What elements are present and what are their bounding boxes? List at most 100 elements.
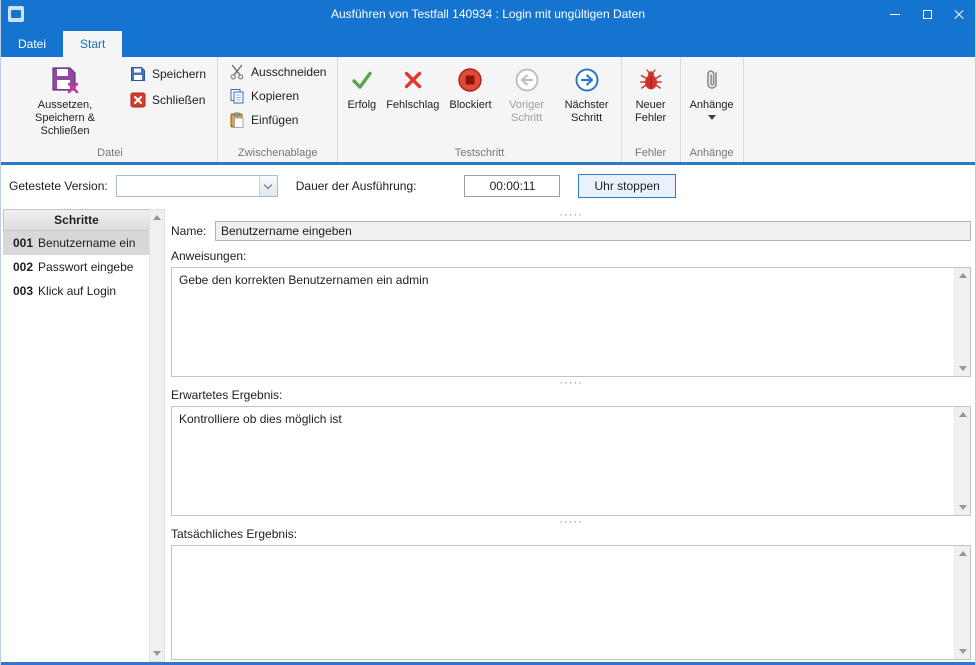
group-label-zwischenablage: Zwischenablage [218,146,337,162]
pass-button[interactable]: Erfolg [342,60,381,146]
previous-step-icon-wrap [514,63,540,97]
instructions-field[interactable]: Gebe den korrekten Benutzernamen ein adm… [171,267,971,377]
arrow-right-circle-icon [574,67,600,93]
duration-label: Dauer der Ausführung: [296,179,417,193]
scroll-down-icon[interactable] [153,651,161,656]
close-button[interactable] [943,0,975,28]
save-button[interactable]: Speichern [123,62,213,86]
step-number: 002 [13,260,33,274]
app-icon[interactable] [8,6,24,22]
attachments-label: Anhänge [690,99,734,112]
scroll-down-icon[interactable] [959,505,967,510]
cut-button[interactable]: Ausschneiden [222,60,333,84]
app-window: Ausführen von Testfall 140934 : Login mi… [0,0,976,665]
fail-button[interactable]: Fehlschlag [381,60,444,146]
window-controls [879,0,975,28]
step-number: 003 [13,284,33,298]
save-icon [130,66,146,82]
scroll-up-icon[interactable] [959,551,967,556]
teststep-group-content: Erfolg Fehlschlag [338,57,620,146]
maximize-button[interactable] [911,0,943,28]
tested-version-label: Getestete Version: [9,179,108,193]
instructions-label: Anweisungen: [171,249,971,265]
maximize-icon [923,10,932,19]
tested-version-combobox[interactable] [116,175,278,197]
blocked-icon-wrap [457,63,483,97]
paperclip-icon-wrap [699,63,725,97]
save-close-icon-wrap [50,63,80,97]
name-field[interactable]: Benutzername eingeben [215,221,971,241]
step-item-2[interactable]: 002 Passwort eingebe [3,255,149,279]
expected-scrollbar[interactable] [954,407,970,515]
splitter-handle-top[interactable]: ····· [171,209,971,220]
step-item-1[interactable]: 001 Benutzername ein [3,231,149,255]
paste-button[interactable]: Einfügen [222,108,333,132]
close-file-button[interactable]: Schließen [123,88,213,112]
actual-result-label: Tatsächliches Ergebnis: [171,527,971,543]
stop-clock-button[interactable]: Uhr stoppen [578,174,675,198]
ribbon-group-testschritt: Erfolg Fehlschlag [338,57,621,162]
combo-dropdown-button[interactable] [259,176,277,196]
scroll-down-icon[interactable] [959,366,967,371]
attachments-group-content: Anhänge [681,57,743,146]
main-content: Schritte 001 Benutzername ein 002 Passwo… [1,207,975,662]
next-step-label: Nächster Schritt [562,99,612,125]
execution-toolbar: Getestete Version: Dauer der Ausführung:… [1,165,975,207]
expected-result-text: Kontrolliere ob dies möglich ist [173,408,953,514]
previous-step-button: Voriger Schritt [497,60,557,146]
pass-label: Erfolg [347,99,376,112]
stop-icon [457,67,483,93]
step-label: Passwort eingebe [38,260,133,274]
ribbon-group-anhaenge: Anhänge Anhänge [681,57,744,162]
ribbon-group-datei-content: Aussetzen, Speichern & Schließen Speiche… [3,57,217,146]
pass-icon-wrap [349,63,375,97]
ribbon-group-datei: Aussetzen, Speichern & Schließen Speiche… [3,57,218,162]
close-file-icon [130,92,146,108]
step-detail-pane: ····· Name: Benutzername eingeben Anweis… [171,209,971,662]
attachments-button[interactable]: Anhänge [685,60,739,146]
ribbon-spacer [744,57,975,162]
group-label-testschritt: Testschritt [338,146,620,162]
step-item-3[interactable]: 003 Klick auf Login [3,279,149,303]
ribbon-group-fehler: Neuer Fehler Fehler [622,57,681,162]
actual-result-field[interactable] [171,545,971,660]
tab-datei[interactable]: Datei [1,31,63,57]
blocked-button[interactable]: Blockiert [444,60,496,146]
new-error-button[interactable]: Neuer Fehler [626,60,676,146]
scroll-down-icon[interactable] [959,649,967,654]
new-error-label: Neuer Fehler [631,99,671,125]
scroll-up-icon[interactable] [959,412,967,417]
splitter-handle-mid2[interactable]: ····· [171,516,971,527]
save-label: Speichern [152,67,206,81]
copy-button[interactable]: Kopieren [222,84,333,108]
tab-start[interactable]: Start [63,31,122,57]
step-label: Benutzername ein [38,236,135,250]
step-label: Klick auf Login [38,284,116,298]
name-row: Name: Benutzername eingeben [171,220,971,242]
close-file-label: Schließen [152,93,205,107]
group-label-anhaenge: Anhänge [681,146,743,162]
clipboard-group-content: Ausschneiden Kopieren [218,57,337,146]
ribbon: Aussetzen, Speichern & Schließen Speiche… [1,57,975,162]
minimize-button[interactable] [879,0,911,28]
paperclip-icon [699,67,725,93]
chevron-down-icon [264,180,272,188]
steps-scrollbar[interactable] [149,209,165,662]
duration-field[interactable]: 00:00:11 [464,175,560,197]
actual-scrollbar[interactable] [954,546,970,659]
suspend-save-close-button[interactable]: Aussetzen, Speichern & Schließen [7,60,123,146]
next-step-button[interactable]: Nächster Schritt [557,60,617,146]
splitter-handle-mid1[interactable]: ····· [171,377,971,388]
fail-label: Fehlschlag [386,99,439,112]
paste-label: Einfügen [251,113,298,127]
expected-result-field[interactable]: Kontrolliere ob dies möglich ist [171,406,971,516]
copy-icon [229,88,245,104]
scroll-up-icon[interactable] [959,273,967,278]
error-group-content: Neuer Fehler [622,57,680,146]
instructions-scrollbar[interactable] [954,268,970,376]
scroll-up-icon[interactable] [153,215,161,220]
dropdown-caret-icon [708,115,716,120]
group-label-fehler: Fehler [622,146,680,162]
close-icon [953,8,965,20]
fail-icon-wrap [400,63,426,97]
